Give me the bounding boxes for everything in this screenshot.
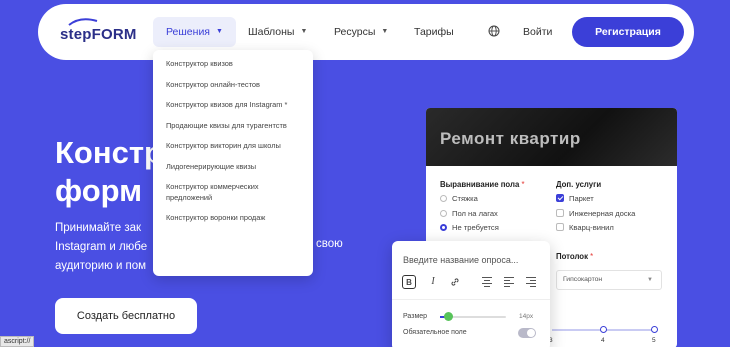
- checkbox-option-checked[interactable]: Паркет: [556, 194, 594, 204]
- radio-option[interactable]: Пол на лагах: [440, 209, 498, 219]
- hero-title-line2: форм: [55, 173, 143, 208]
- stepform-logo[interactable]: stepFORM: [60, 18, 142, 46]
- option-label: Паркет: [569, 194, 594, 203]
- select-value: Гипсокартон: [563, 276, 603, 283]
- size-slider[interactable]: [440, 312, 506, 321]
- question-title: Потолок *: [556, 252, 593, 261]
- card-banner: Ремонт квартир: [426, 108, 677, 166]
- register-button[interactable]: Регистрация: [572, 17, 684, 47]
- checkbox-icon[interactable]: [556, 223, 564, 231]
- nav-pricing-label: Тарифы: [414, 26, 454, 38]
- chevron-down-icon: ▼: [300, 28, 308, 36]
- align-right-icon[interactable]: [526, 275, 536, 289]
- dropdown-item[interactable]: Конструктор квизов: [166, 59, 300, 70]
- link-icon[interactable]: [448, 275, 462, 289]
- option-label: Пол на лагах: [452, 209, 498, 218]
- radio-selected-icon[interactable]: [440, 224, 447, 231]
- checkbox-option[interactable]: Инженерная доска: [556, 209, 635, 219]
- nav-solutions-label: Решения: [166, 26, 210, 38]
- logo-swoosh-icon: [68, 18, 98, 26]
- question-title: Доп. услуги: [556, 180, 602, 189]
- dropdown-item[interactable]: Конструктор викторин для школы: [166, 141, 300, 152]
- required-field-label: Обязательное поле: [403, 329, 467, 336]
- globe-icon[interactable]: [488, 25, 500, 37]
- checkbox-checked-icon[interactable]: [556, 194, 564, 202]
- step-dot[interactable]: [651, 326, 658, 333]
- survey-title-input[interactable]: Введите название опроса...: [403, 255, 518, 265]
- question-title-text: Потолок: [556, 252, 588, 261]
- question-title-text: Выравнивание пола: [440, 180, 520, 189]
- editor-divider: [392, 299, 550, 300]
- dropdown-item[interactable]: Конструктор коммерческих предложений: [166, 182, 300, 203]
- hero-subtitle: Принимайте зак Instagram и любе аудитори…: [55, 219, 147, 276]
- required-star: *: [521, 180, 525, 189]
- size-slider-knob[interactable]: [443, 312, 453, 321]
- hero-subtitle-line3: аудиторию и пом: [55, 260, 147, 272]
- nav-templates[interactable]: Шаблоны ▼: [248, 17, 307, 47]
- editor-panel: Введите название опроса... B I Размер 14…: [392, 241, 550, 347]
- nav-resources[interactable]: Ресурсы ▼: [334, 17, 388, 47]
- radio-icon[interactable]: [440, 210, 447, 217]
- dropdown-item[interactable]: Конструктор воронки продаж: [166, 213, 300, 224]
- ceiling-select[interactable]: Гипсокартон ▼: [556, 270, 662, 290]
- align-left-icon[interactable]: [504, 275, 514, 289]
- top-navbar: stepFORM Решения ▼ Шаблоны ▼ Ресурсы ▼ Тари…: [38, 4, 694, 60]
- required-star: *: [590, 252, 594, 261]
- nav-pricing[interactable]: Тарифы: [414, 17, 454, 47]
- nav-resources-label: Ресурсы: [334, 26, 376, 38]
- dropdown-item[interactable]: Конструктор онлайн-тестов: [166, 80, 300, 91]
- create-free-button[interactable]: Создать бесплатно: [55, 298, 197, 334]
- step-number: 4: [601, 337, 605, 344]
- radio-option[interactable]: Стяжка: [440, 194, 478, 204]
- dropdown-item[interactable]: Продающие квизы для турагентств: [166, 121, 300, 132]
- chevron-down-icon: ▼: [216, 28, 223, 36]
- hero-subtitle-line1: Принимайте зак: [55, 222, 142, 234]
- login-link[interactable]: Войти: [523, 17, 552, 47]
- hero-subtitle-tail: свою: [316, 238, 343, 250]
- nav-templates-label: Шаблоны: [248, 26, 295, 38]
- logo-text: stepFORM: [60, 26, 137, 43]
- question-title: Выравнивание пола *: [440, 180, 525, 189]
- hero-subtitle-line2: Instagram и любе: [55, 241, 148, 253]
- card-banner-title: Ремонт квартир: [440, 129, 581, 148]
- required-toggle[interactable]: [518, 328, 536, 338]
- checkbox-icon[interactable]: [556, 209, 564, 217]
- dropdown-item[interactable]: Конструктор квизов для Instagram *: [166, 100, 300, 111]
- chevron-down-icon: ▼: [647, 277, 653, 283]
- align-center-icon[interactable]: [482, 275, 492, 289]
- chevron-down-icon: ▼: [381, 28, 389, 36]
- option-label: Кварц-винил: [569, 223, 614, 232]
- nav-solutions[interactable]: Решения ▼: [153, 17, 236, 47]
- option-label: Инженерная доска: [569, 209, 636, 218]
- radio-icon[interactable]: [440, 195, 447, 202]
- checkbox-option[interactable]: Кварц-винил: [556, 223, 614, 233]
- solutions-dropdown: Конструктор квизов Конструктор онлайн-те…: [153, 50, 313, 276]
- bold-icon[interactable]: B: [402, 275, 416, 289]
- option-label: Не требуется: [452, 223, 499, 232]
- radio-option-selected[interactable]: Не требуется: [440, 223, 499, 233]
- hero-title: Констр форм: [55, 134, 163, 210]
- option-label: Стяжка: [452, 194, 478, 203]
- hero-title-line1: Констр: [55, 135, 163, 170]
- status-tooltip: ascript://: [0, 336, 35, 347]
- step-number: 5: [652, 337, 656, 344]
- step-dot[interactable]: [600, 326, 607, 333]
- size-value: 14px: [519, 313, 534, 320]
- dropdown-item[interactable]: Лидогенерирующие квизы: [166, 162, 300, 173]
- italic-icon[interactable]: I: [426, 275, 440, 289]
- size-label: Размер: [403, 313, 428, 320]
